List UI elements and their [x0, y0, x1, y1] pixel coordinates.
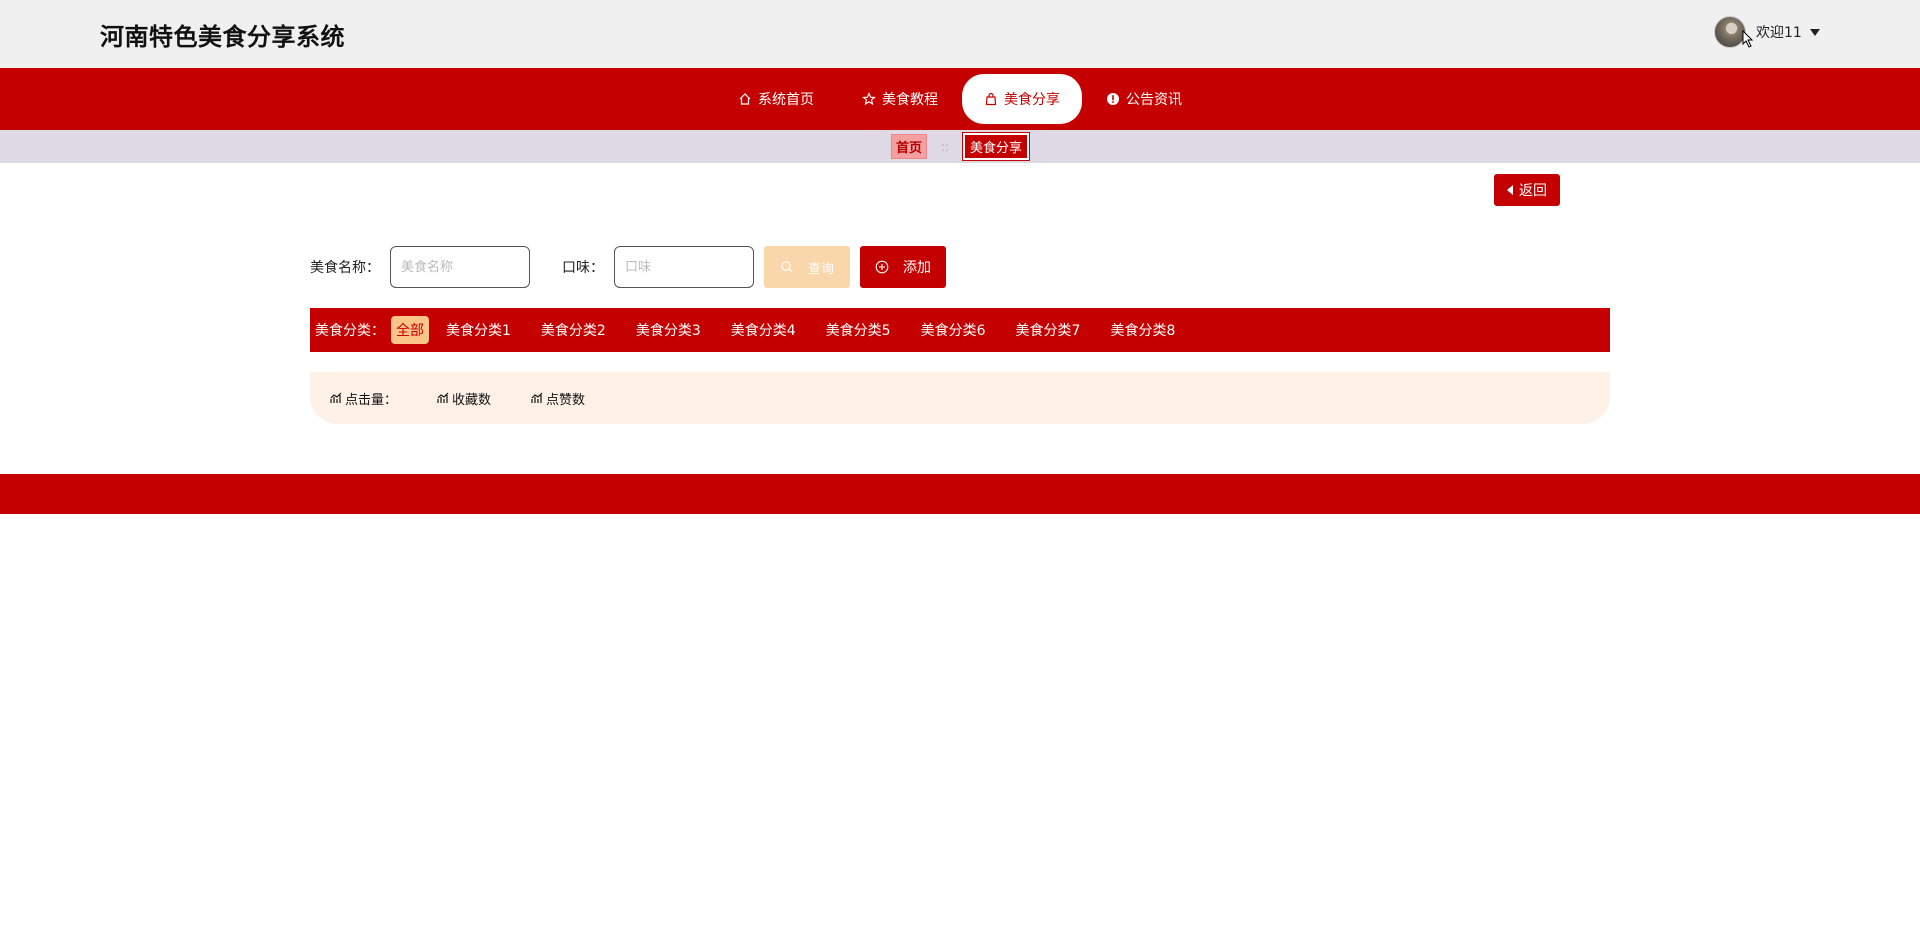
category-item[interactable]: 美食分类6	[916, 316, 991, 344]
sort-by-clicks[interactable]: 点击量：	[330, 389, 397, 408]
category-item[interactable]: 美食分类1	[441, 316, 516, 344]
sort-label: 点击量：	[345, 392, 398, 408]
category-item[interactable]: 美食分类2	[536, 316, 611, 344]
nav-item-news[interactable]: 公告资讯	[1082, 74, 1206, 124]
nav-item-tutorial[interactable]: 美食教程	[838, 74, 962, 124]
nav-item-label: 系统首页	[758, 92, 814, 108]
search-form: 美食名称： 口味： 查询 添加	[310, 246, 946, 288]
nav-item-label: 公告资讯	[1126, 92, 1182, 108]
home-icon	[739, 93, 751, 105]
back-button-label: 返回	[1519, 183, 1547, 199]
taste-label: 口味：	[562, 260, 604, 276]
category-item[interactable]: 美食分类8	[1105, 316, 1180, 344]
category-label: 美食分类：	[315, 323, 385, 339]
query-button-label: 查询	[807, 261, 834, 277]
footer-bar	[0, 474, 1920, 514]
mouse-cursor-icon	[1742, 30, 1754, 48]
sort-by-favorites[interactable]: 收藏数	[437, 389, 491, 408]
top-header: 河南特色美食分享系统 欢迎11	[0, 0, 1920, 68]
sort-bar: 点击量： 收藏数 点赞数	[310, 372, 1610, 424]
category-item[interactable]: 美食分类7	[1011, 316, 1086, 344]
category-item[interactable]: 美食分类5	[821, 316, 896, 344]
nav-item-label: 美食教程	[882, 92, 938, 108]
food-name-input[interactable]	[390, 246, 530, 288]
category-item-all[interactable]: 全部	[391, 316, 429, 344]
alert-icon	[1107, 93, 1119, 105]
bag-icon	[985, 92, 997, 106]
category-item[interactable]: 美食分类3	[631, 316, 706, 344]
sort-by-likes[interactable]: 点赞数	[531, 389, 585, 408]
nav-item-home[interactable]: 系统首页	[714, 74, 838, 124]
add-button[interactable]: 添加	[860, 246, 946, 288]
caret-left-icon	[1507, 185, 1513, 195]
food-name-label: 美食名称：	[310, 260, 380, 276]
trend-chart-icon	[330, 392, 342, 403]
category-item[interactable]: 美食分类4	[726, 316, 801, 344]
chevron-down-icon[interactable]	[1809, 28, 1820, 36]
breadcrumb: 首页 :: 美食分享	[0, 130, 1920, 163]
nav-item-label: 美食分享	[1004, 92, 1060, 108]
sort-label: 点赞数	[546, 392, 586, 408]
search-icon	[781, 261, 793, 273]
breadcrumb-separator: ::	[940, 139, 950, 154]
add-button-label: 添加	[903, 260, 931, 276]
taste-input[interactable]	[614, 246, 754, 288]
plus-circle-icon	[875, 260, 889, 274]
trend-chart-icon	[437, 392, 449, 403]
main-nav: 系统首页 美食教程 美食分享 公告资讯	[0, 68, 1920, 130]
nav-item-share[interactable]: 美食分享	[962, 74, 1082, 124]
sort-label: 收藏数	[452, 392, 492, 408]
trend-chart-icon	[531, 392, 543, 403]
breadcrumb-current: 美食分享	[962, 132, 1031, 161]
user-menu[interactable]: 欢迎11	[1714, 15, 1820, 49]
back-button[interactable]: 返回	[1494, 174, 1560, 206]
star-icon	[862, 92, 876, 106]
breadcrumb-home[interactable]: 首页	[890, 134, 927, 159]
site-title: 河南特色美食分享系统	[100, 23, 345, 51]
welcome-text[interactable]: 欢迎11	[1756, 22, 1802, 42]
category-filter: 美食分类： 全部 美食分类1 美食分类2 美食分类3 美食分类4 美食分类5 美…	[310, 308, 1610, 352]
query-button[interactable]: 查询	[764, 246, 850, 288]
